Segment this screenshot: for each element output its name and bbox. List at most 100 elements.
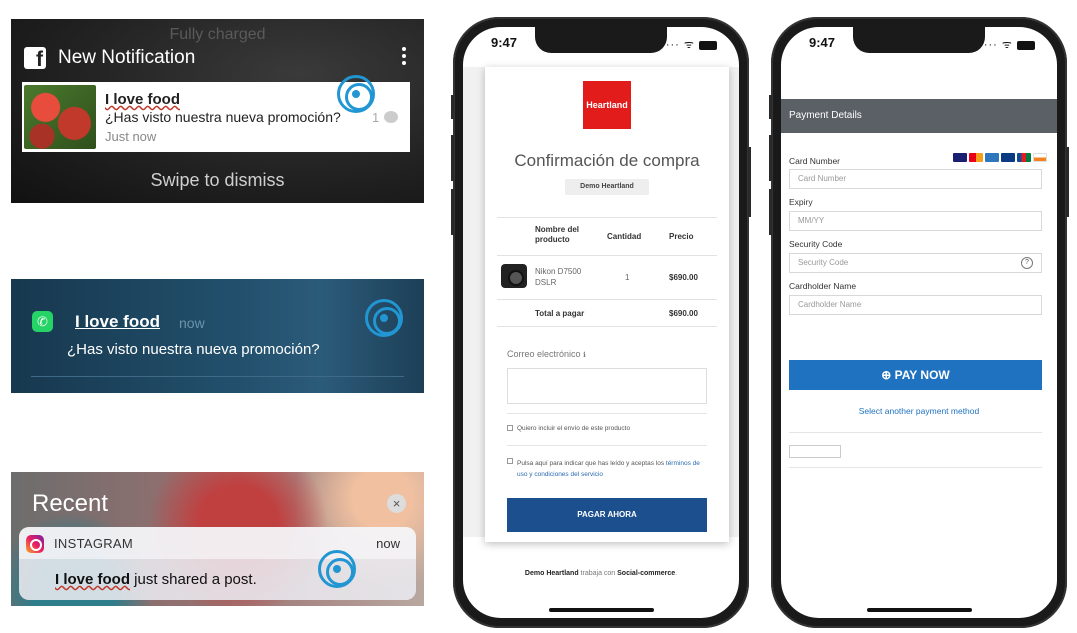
- payment-details-header: Payment Details: [781, 99, 1057, 133]
- item-name: Nikon D7500 DSLR: [535, 267, 582, 287]
- phone-screen: 9:47 ··· ᯤ Heartland Confirmación de com…: [463, 27, 739, 618]
- status-time: 9:47: [809, 35, 836, 50]
- amex-icon: [985, 153, 999, 162]
- table-total-row: Total a pagar $690.00: [497, 299, 717, 327]
- whatsapp-icon: ✆: [32, 311, 53, 332]
- notification-sender: I love food: [75, 312, 160, 331]
- battery-icon: [1017, 40, 1035, 50]
- column-header-price: Precio: [669, 232, 694, 241]
- power-button: [748, 147, 751, 217]
- item-price: $690.00: [669, 273, 698, 282]
- card-number-label: Card Number: [789, 156, 841, 166]
- checkout-card: Heartland Confirmación de compra Demo He…: [485, 67, 729, 542]
- volume-up-button: [451, 135, 454, 181]
- more-options-icon[interactable]: [399, 45, 409, 69]
- email-label: Correo electrónico ℹ: [507, 349, 586, 359]
- diners-icon: [1001, 153, 1015, 162]
- divider: [507, 413, 707, 414]
- item-qty: 1: [625, 273, 630, 282]
- app-name: INSTAGRAM: [54, 536, 134, 551]
- status-icons: ··· ᯤ: [984, 37, 1035, 52]
- notification-message: ¿Has visto nuestra nueva promoción?: [105, 109, 341, 125]
- power-button: [1066, 147, 1069, 217]
- phone-checkout: 9:47 ··· ᯤ Heartland Confirmación de com…: [451, 17, 751, 628]
- card-brand-icons: [953, 153, 1047, 163]
- recent-title: Recent: [32, 490, 109, 517]
- home-indicator: [867, 608, 972, 612]
- table-row: Nikon D7500 DSLR 1 $690.00: [497, 255, 717, 299]
- order-table: Nombre del producto Cantidad Precio Niko…: [497, 217, 717, 327]
- swipe-hint: Swipe to dismiss: [150, 170, 285, 190]
- merchant-badge: Demo Heartland: [565, 179, 649, 195]
- column-header-qty: Cantidad: [607, 232, 642, 241]
- help-icon[interactable]: ?: [1021, 257, 1033, 269]
- status-icons: ··· ᯤ: [666, 37, 717, 52]
- card-number-input[interactable]: Card Number: [789, 169, 1042, 189]
- info-icon: ℹ: [583, 352, 586, 359]
- visa-icon: [953, 153, 967, 162]
- divider: [507, 445, 707, 446]
- instagram-notification-card[interactable]: INSTAGRAM now I love food just shared a …: [19, 527, 416, 600]
- comment-count: 1: [372, 110, 380, 125]
- mute-switch: [769, 95, 772, 119]
- notification-time: now: [179, 315, 205, 331]
- page-title: Confirmación de compra: [514, 151, 700, 170]
- notification-sender: I love food: [55, 571, 130, 588]
- jcb-icon: [1017, 153, 1031, 162]
- facebook-icon: f: [24, 47, 46, 69]
- battery-icon: [699, 40, 717, 50]
- pay-now-button[interactable]: ⊕ PAY NOW: [789, 360, 1042, 390]
- terms-checkbox-label: Pulsa aquí para indicar que has leído y …: [517, 460, 700, 478]
- close-icon[interactable]: ×: [387, 494, 406, 513]
- notification-header: New Notification: [58, 47, 196, 68]
- total-value: $690.00: [669, 309, 698, 318]
- notch: [535, 27, 667, 53]
- phone-payment: 9:47 ··· ᯤ Payment Details Card Number C…: [769, 17, 1069, 628]
- security-code-input[interactable]: Security Code ?: [789, 253, 1042, 273]
- expiry-input[interactable]: MM/YY: [789, 211, 1042, 231]
- footer-text: Demo Heartland trabaja con Social-commer…: [524, 570, 678, 577]
- secure-badge-icon: [789, 445, 841, 458]
- terms-checkbox[interactable]: [507, 458, 513, 464]
- notch: [853, 27, 985, 53]
- home-indicator: [549, 608, 654, 612]
- notification-sender: I love food: [105, 91, 180, 108]
- cardholder-name-input[interactable]: Cardholder Name: [789, 295, 1042, 315]
- tap-target-icon: [318, 550, 356, 588]
- notification-time: now: [376, 536, 400, 551]
- instagram-icon: [26, 535, 44, 553]
- whatsapp-notification-panel[interactable]: ✆ I love food now ¿Has visto nuestra nue…: [11, 279, 424, 393]
- divider: [31, 376, 404, 377]
- heartland-logo: Heartland: [583, 81, 631, 129]
- security-code-label: Security Code: [789, 239, 843, 249]
- pay-now-button[interactable]: PAGAR AHORA: [507, 498, 707, 532]
- shipping-checkbox-label: Quiero incluir el envío de este producto: [517, 425, 631, 432]
- status-time: 9:47: [491, 35, 518, 50]
- table-header: Nombre del producto Cantidad Precio: [497, 217, 717, 255]
- divider: [789, 432, 1042, 433]
- volume-up-button: [769, 135, 772, 181]
- select-other-method-link[interactable]: Select another payment method: [781, 406, 1057, 416]
- notification-message: I love food just shared a post.: [55, 571, 257, 588]
- divider: [789, 467, 1042, 468]
- shipping-checkbox[interactable]: [507, 425, 513, 431]
- notification-header: INSTAGRAM now: [19, 527, 416, 559]
- notification-message: ¿Has visto nuestra nueva promoción?: [67, 341, 320, 358]
- expiry-label: Expiry: [789, 197, 813, 207]
- email-input[interactable]: [507, 368, 707, 404]
- column-header-name: Nombre del producto: [535, 225, 580, 244]
- mastercard-icon: [969, 153, 983, 162]
- ios-recent-panel: Recent × INSTAGRAM now I love food just …: [11, 472, 424, 606]
- total-label: Total a pagar: [535, 309, 585, 318]
- notification-time: Just now: [105, 129, 157, 144]
- camera-thumbnail: [501, 264, 527, 288]
- tomato-thumbnail: [24, 85, 96, 149]
- phone-screen: 9:47 ··· ᯤ Payment Details Card Number C…: [781, 27, 1057, 618]
- tap-target-icon: [365, 299, 403, 337]
- comment-bubble-icon: [384, 111, 398, 123]
- charging-status: Fully charged: [169, 26, 266, 43]
- discover-icon: [1033, 153, 1047, 162]
- cardholder-name-label: Cardholder Name: [789, 281, 857, 291]
- volume-down-button: [451, 189, 454, 235]
- volume-down-button: [769, 189, 772, 235]
